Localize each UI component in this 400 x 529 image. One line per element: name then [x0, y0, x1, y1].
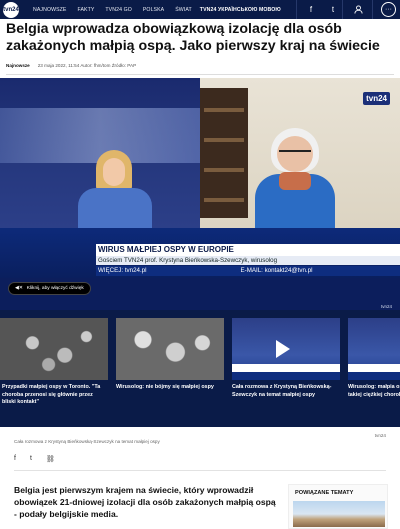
- carousel-thumbnail: [0, 318, 108, 380]
- divider: [14, 470, 386, 471]
- unmute-label: Kliknij, aby włączyć dźwięk: [26, 286, 84, 291]
- facebook-icon[interactable]: f: [302, 0, 320, 19]
- related-videos-carousel: ‹ Przypadki małpiej ospy w Toronto. "Ta …: [0, 310, 400, 427]
- tvn24-logo[interactable]: tvn24: [0, 0, 22, 19]
- studio-frame: [0, 78, 200, 228]
- corner-mark: tvn24: [380, 304, 392, 309]
- unmute-button[interactable]: ◀✕ Kliknij, aby włączyć dźwięk: [8, 282, 91, 295]
- nav-divider: [372, 0, 373, 19]
- link-share-icon[interactable]: ⛓: [46, 455, 55, 463]
- facebook-share-icon[interactable]: f: [14, 455, 16, 463]
- nav-divider: [342, 0, 343, 19]
- carousel-card-title[interactable]: Wirusolog: nie bójmy się małpiej ospy: [116, 384, 224, 392]
- nav-item-ukrainian[interactable]: TVN24 УКРАЇНСЬКОЮ МОВОЮ: [200, 7, 281, 13]
- carousel-card-title[interactable]: Cała rozmowa z Krystyną Bieńkowską-Szewc…: [232, 384, 340, 399]
- video-player[interactable]: tvn24 WIRUS MAŁPIEJ OSPY W EUROPIE Gości…: [0, 78, 400, 310]
- related-topics-box: POWIĄZANE TEMATY: [288, 484, 388, 529]
- channel-bug: tvn24: [363, 92, 390, 105]
- carousel-card-title[interactable]: Wirusolog: małpia ospa nie wywołuje taki…: [348, 384, 400, 399]
- bookshelf: [200, 88, 248, 218]
- lower-third-title: WIRUS MAŁPIEJ OSPY W EUROPIE: [96, 244, 400, 256]
- article-section[interactable]: Najnowsze: [6, 63, 30, 68]
- video-caption: Cała rozmowa z Krystyną Bieńkowską-Szewc…: [14, 439, 160, 444]
- carousel-card[interactable]: Cała rozmowa z Krystyną Bieńkowską-Szewc…: [232, 318, 340, 399]
- nav-item-polska[interactable]: POLSKA: [143, 7, 164, 13]
- nav-item-najnowsze[interactable]: NAJNOWSZE: [33, 7, 66, 13]
- twitter-share-icon[interactable]: t: [30, 455, 32, 463]
- more-menu-icon[interactable]: ···: [381, 2, 396, 17]
- related-topic-image[interactable]: [293, 501, 385, 527]
- nav-item-tvn24go[interactable]: TVN24 GO: [105, 7, 131, 13]
- play-icon: [276, 340, 290, 358]
- divider: [6, 74, 394, 75]
- twitter-icon[interactable]: t: [324, 0, 342, 19]
- article-lead: Belgia jest pierwszym krajem na świecie,…: [14, 485, 276, 519]
- carousel-thumbnail: [116, 318, 224, 380]
- related-topics-heading: POWIĄZANE TEMATY: [295, 490, 354, 496]
- article-meta-text: 23 maja 2022, 11:54 Autor: fhm/tom Źródł…: [37, 63, 137, 68]
- nav-item-fakty[interactable]: FAKTY: [77, 7, 94, 13]
- article-title: Belgia wprowadza obowiązkową izolację dl…: [6, 21, 380, 54]
- carousel-thumbnail: [348, 318, 400, 380]
- user-icon[interactable]: [344, 0, 372, 19]
- video-source: tvn24: [374, 433, 386, 438]
- nav-divider: [296, 0, 297, 19]
- lower-third-url: WIĘCEJ: tvn24.pl: [98, 267, 147, 274]
- carousel-card-title[interactable]: Przypadki małpiej ospy w Toronto. "Ta ch…: [0, 384, 108, 407]
- carousel-card[interactable]: Wirusolog: małpia ospa nie wywołuje taki…: [348, 318, 400, 399]
- lower-third-email: E-MAIL: kontakt24@tvn.pl: [240, 267, 313, 274]
- carousel-card[interactable]: Wirusolog: nie bójmy się małpiej ospy: [116, 318, 224, 392]
- guest-figure: [255, 128, 335, 228]
- share-bar: f t ⛓: [14, 455, 55, 463]
- lower-third-contact: WIĘCEJ: tvn24.pl E-MAIL: kontakt24@tvn.p…: [96, 266, 400, 276]
- article-meta: Najnowsze 23 maja 2022, 11:54 Autor: fhm…: [6, 63, 136, 68]
- user-icon-glyph: [353, 5, 363, 14]
- lower-third-subtitle: Gościem TVN24 prof. Krystyna Bieńkowska-…: [96, 256, 400, 265]
- mute-icon: ◀✕: [15, 286, 23, 291]
- anchor-figure: [78, 150, 152, 228]
- nav-item-swiat[interactable]: ŚWIAT: [175, 7, 192, 13]
- carousel-thumbnail: [232, 318, 340, 380]
- carousel-card[interactable]: Przypadki małpiej ospy w Toronto. "Ta ch…: [0, 318, 108, 407]
